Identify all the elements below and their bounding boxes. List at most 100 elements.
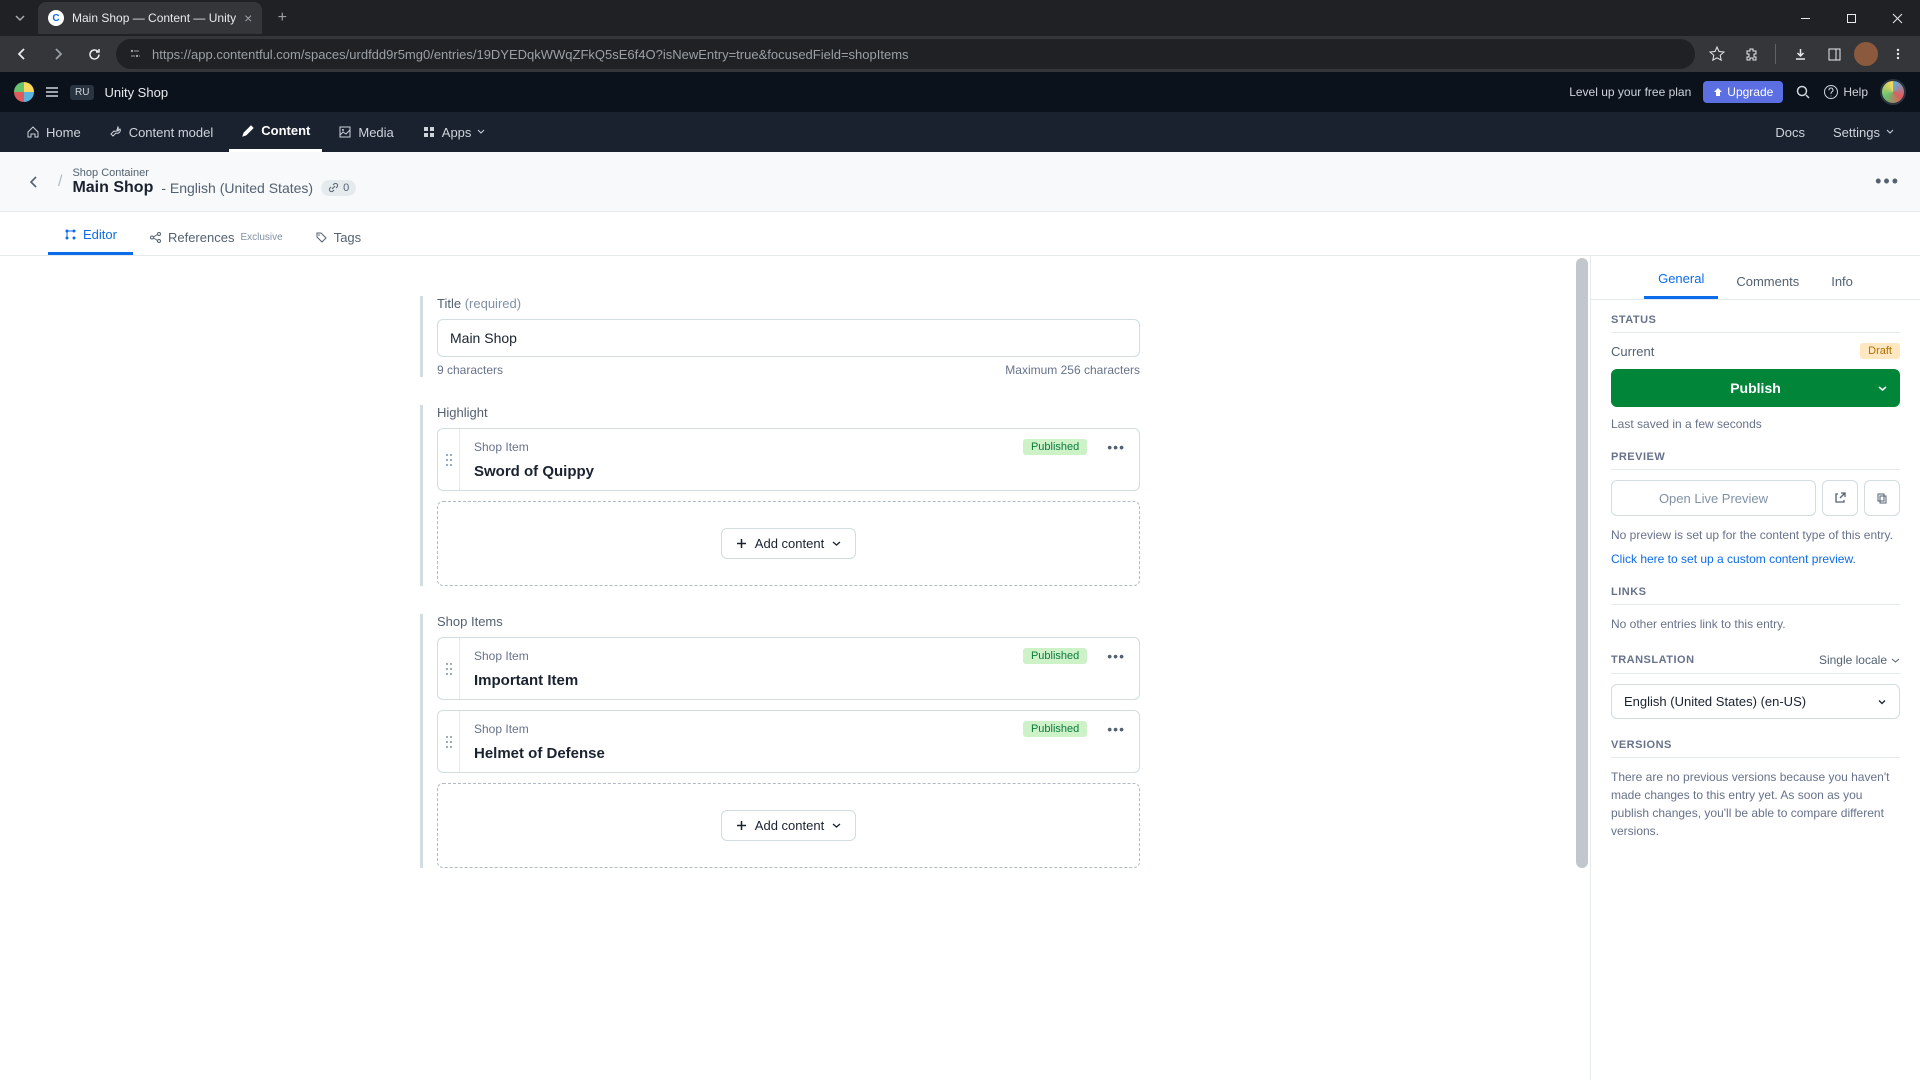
minimize-icon[interactable]: [1782, 0, 1828, 36]
ref-more-button[interactable]: •••: [1107, 721, 1125, 737]
upgrade-icon: [1713, 87, 1723, 97]
setup-preview-link[interactable]: Click here to set up a custom content pr…: [1611, 552, 1900, 566]
contentful-logo-icon[interactable]: [14, 82, 34, 102]
upgrade-button[interactable]: Upgrade: [1703, 81, 1783, 103]
field-shop-items: Shop Items Shop Item Published ••• Impor…: [420, 614, 1140, 868]
nav-content[interactable]: Content: [229, 112, 322, 152]
pencil-icon: [241, 124, 255, 138]
add-content-button[interactable]: Add content: [721, 810, 856, 841]
add-content-zone[interactable]: Add content: [437, 501, 1140, 586]
maximize-icon[interactable]: [1828, 0, 1874, 36]
image-icon: [338, 125, 352, 139]
drag-handle-icon[interactable]: [438, 429, 460, 490]
nav-home-label: Home: [46, 125, 81, 140]
reload-icon[interactable]: [80, 40, 108, 68]
chevron-down-icon: [1877, 697, 1887, 707]
chevron-down-icon: [1886, 128, 1894, 136]
url-text: https://app.contentful.com/spaces/urdfdd…: [152, 47, 909, 62]
required-label: (required): [465, 296, 521, 311]
reference-card[interactable]: Shop Item Published ••• Important Item: [437, 637, 1140, 700]
apps-icon: [422, 125, 436, 139]
space-name[interactable]: Unity Shop: [104, 85, 168, 100]
preview-heading: PREVIEW: [1611, 451, 1900, 470]
back-button[interactable]: [20, 168, 48, 196]
versions-heading: VERSIONS: [1611, 739, 1900, 758]
sidebar-tab-comments[interactable]: Comments: [1722, 274, 1813, 299]
back-icon[interactable]: [8, 40, 36, 68]
add-content-zone[interactable]: Add content: [437, 783, 1140, 868]
sidebar-tabs: General Comments Info: [1591, 256, 1920, 300]
search-icon[interactable]: [1795, 84, 1811, 100]
sidebar-tab-general[interactable]: General: [1644, 271, 1718, 299]
browser-menu-icon[interactable]: [1884, 40, 1912, 68]
publish-button[interactable]: Publish: [1611, 369, 1900, 407]
nav-settings[interactable]: Settings: [1821, 112, 1906, 152]
sidepanel-icon[interactable]: [1820, 40, 1848, 68]
field-title: Title (required) 9 characters Maximum 25…: [420, 296, 1140, 377]
entry-locale: - English (United States): [161, 180, 313, 196]
ref-more-button[interactable]: •••: [1107, 439, 1125, 455]
extensions-icon[interactable]: [1737, 40, 1765, 68]
tab-search-dropdown[interactable]: [8, 6, 32, 30]
highlight-label: Highlight: [437, 405, 1140, 420]
reference-card[interactable]: Shop Item Published ••• Sword of Quippy: [437, 428, 1140, 491]
nav-settings-label: Settings: [1833, 125, 1880, 140]
status-badge: Published: [1023, 721, 1087, 737]
nav-home[interactable]: Home: [14, 112, 93, 152]
nav-docs-label: Docs: [1775, 125, 1805, 140]
open-preview-button[interactable]: Open Live Preview: [1611, 480, 1816, 516]
tab-title: Main Shop — Content — Unity: [72, 11, 236, 25]
url-field[interactable]: https://app.contentful.com/spaces/urdfdd…: [116, 39, 1695, 69]
tab-editor[interactable]: Editor: [48, 227, 133, 255]
address-bar: https://app.contentful.com/spaces/urdfdd…: [0, 36, 1920, 72]
profile-avatar[interactable]: [1854, 42, 1878, 66]
menu-icon[interactable]: [44, 84, 60, 100]
copy-preview-button[interactable]: [1864, 480, 1900, 516]
ref-title: Sword of Quippy: [474, 463, 1125, 480]
nav-content-model[interactable]: Content model: [97, 112, 226, 152]
favicon-icon: C: [48, 10, 64, 26]
user-avatar[interactable]: [1880, 79, 1906, 105]
tag-icon: [315, 231, 328, 244]
breadcrumb-parent[interactable]: Shop Container: [72, 167, 356, 179]
scrollbar[interactable]: [1574, 256, 1590, 1080]
drag-handle-icon[interactable]: [438, 711, 460, 772]
close-tab-icon[interactable]: ×: [244, 10, 252, 26]
plus-icon: [736, 538, 747, 549]
nav-apps[interactable]: Apps: [410, 112, 498, 152]
close-window-icon[interactable]: [1874, 0, 1920, 36]
links-badge[interactable]: 0: [321, 180, 356, 196]
sidebar-tab-info[interactable]: Info: [1817, 274, 1867, 299]
new-tab-button[interactable]: +: [268, 4, 296, 32]
publish-label: Publish: [1730, 380, 1781, 396]
site-settings-icon[interactable]: [128, 47, 142, 61]
tab-tags[interactable]: Tags: [299, 230, 377, 255]
nav-media[interactable]: Media: [326, 112, 405, 152]
nav-docs[interactable]: Docs: [1763, 112, 1817, 152]
open-external-button[interactable]: [1822, 480, 1858, 516]
forward-icon[interactable]: [44, 40, 72, 68]
tab-references[interactable]: References Exclusive: [133, 230, 299, 255]
browser-tab[interactable]: C Main Shop — Content — Unity ×: [38, 2, 262, 34]
tab-references-label: References: [168, 230, 234, 245]
add-content-button[interactable]: Add content: [721, 528, 856, 559]
plan-text: Level up your free plan: [1569, 85, 1691, 99]
status-badge: Published: [1023, 439, 1087, 455]
reference-card[interactable]: Shop Item Published ••• Helmet of Defens…: [437, 710, 1140, 773]
downloads-icon[interactable]: [1786, 40, 1814, 68]
home-icon: [26, 125, 40, 139]
browser-tab-strip: C Main Shop — Content — Unity × +: [0, 0, 1920, 36]
ref-content-type: Shop Item: [474, 722, 529, 736]
title-input[interactable]: [437, 319, 1140, 357]
entry-more-button[interactable]: •••: [1875, 171, 1900, 192]
locale-select[interactable]: English (United States) (en-US): [1611, 684, 1900, 719]
drag-handle-icon[interactable]: [438, 638, 460, 699]
editor-tab-icon: [64, 228, 77, 241]
translation-mode-button[interactable]: Single locale: [1819, 653, 1900, 667]
help-button[interactable]: Help: [1823, 84, 1868, 100]
bookmark-icon[interactable]: [1703, 40, 1731, 68]
ref-more-button[interactable]: •••: [1107, 648, 1125, 664]
chevron-down-icon: [832, 821, 841, 830]
exclusive-badge: Exclusive: [240, 232, 282, 243]
nav-media-label: Media: [358, 125, 393, 140]
